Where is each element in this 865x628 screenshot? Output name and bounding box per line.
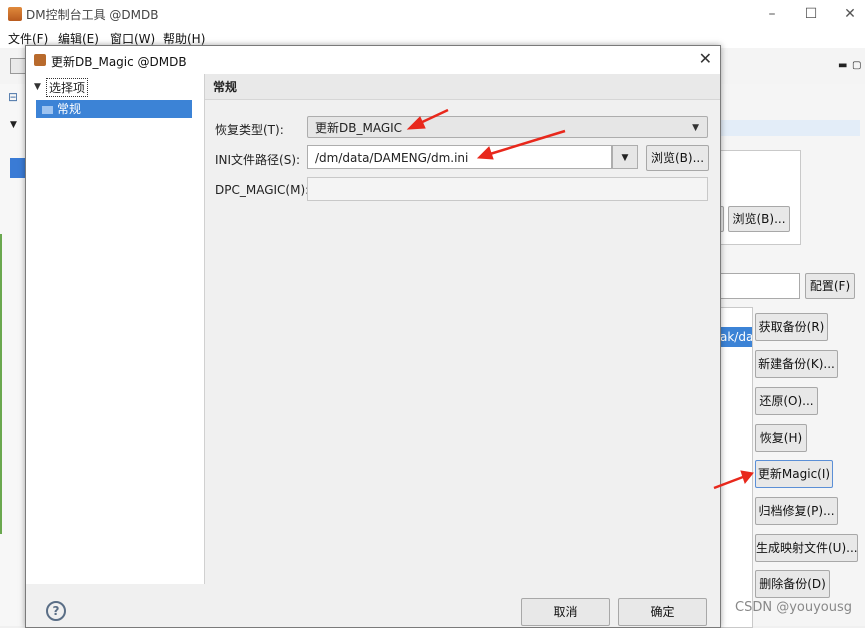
annotation-arrows bbox=[406, 108, 754, 490]
arrow-ini-path bbox=[476, 129, 566, 160]
arrow-update-magic bbox=[713, 470, 754, 490]
arrow-restore-type bbox=[406, 108, 449, 130]
